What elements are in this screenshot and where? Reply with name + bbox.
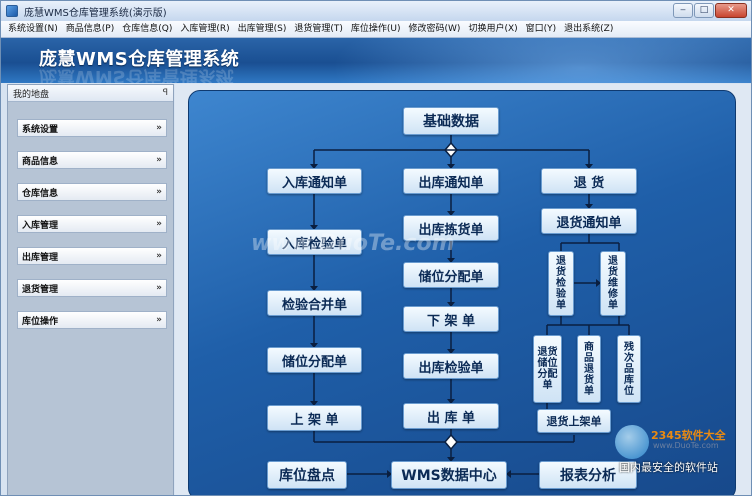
- flow-node-defect-location-label: 残次品库位: [624, 341, 634, 397]
- maximize-button[interactable]: □: [694, 3, 714, 18]
- brand-url: www.DuoTe.com: [653, 441, 719, 450]
- chevron-down-icon: »: [156, 283, 162, 293]
- pin-icon[interactable]: ꟼ: [163, 88, 168, 98]
- chevron-down-icon: »: [156, 155, 162, 165]
- brand-slogan: 国内最安全的软件站: [619, 461, 718, 474]
- sidebar-item-label: 商品信息: [22, 156, 59, 167]
- menu-item-returns[interactable]: 退货管理(T): [290, 21, 347, 38]
- flow-node-return-check[interactable]: 退货检验单: [548, 251, 574, 316]
- flow-node-return-check-label: 退货检验单: [556, 256, 566, 311]
- chevron-down-icon: »: [156, 219, 162, 229]
- close-button[interactable]: ✕: [715, 3, 747, 18]
- banner-title-reflection: 庞慧WMS仓库管理系统: [39, 66, 234, 83]
- flow-node-product-return[interactable]: 商品退货单: [577, 335, 601, 403]
- sidebar-item-label: 库位操作: [22, 316, 59, 327]
- sidebar-item-system-settings[interactable]: 系统设置 »: [17, 119, 167, 137]
- menu-item-switch-user[interactable]: 切换用户(X): [464, 21, 521, 38]
- window-title: 庞慧WMS仓库管理系统(演示版): [24, 7, 167, 19]
- sidebar-item-outbound[interactable]: 出库管理 »: [17, 247, 167, 265]
- flow-node-return-shelving[interactable]: 退货上架单: [537, 409, 611, 433]
- flow-node-base-data[interactable]: 基础数据: [403, 107, 499, 135]
- flow-node-return-repair[interactable]: 退货维修单: [600, 251, 626, 316]
- site-watermark: www.DuoTe.com: [251, 231, 455, 256]
- sidebar-header: 我的地盘 ꟼ: [8, 85, 173, 102]
- menu-item-outbound[interactable]: 出库管理(S): [234, 21, 291, 38]
- chevron-down-icon: »: [156, 251, 162, 261]
- chevron-down-icon: »: [156, 187, 162, 197]
- flow-node-inbound-allocation[interactable]: 储位分配单: [267, 347, 362, 373]
- sidebar-title: 我的地盘: [13, 89, 50, 100]
- sidebar-item-returns[interactable]: 退货管理 »: [17, 279, 167, 297]
- menu-item-warehouse-info[interactable]: 仓库信息(Q): [118, 21, 176, 38]
- flow-node-return-repair-label: 退货维修单: [608, 256, 618, 311]
- flow-node-outbound-inspection[interactable]: 出库检验单: [403, 353, 499, 379]
- flow-node-outbound-allocation[interactable]: 储位分配单: [403, 262, 499, 288]
- flow-node-defect-location[interactable]: 残次品库位: [617, 335, 641, 403]
- menu-bar: 系统设置(N) 商品信息(P) 仓库信息(Q) 入库管理(R) 出库管理(S) …: [1, 21, 751, 38]
- flow-node-outbound-order[interactable]: 出 库 单: [403, 403, 499, 429]
- app-window: 庞慧WMS仓库管理系统(演示版) ‒ □ ✕ 系统设置(N) 商品信息(P) 仓…: [0, 0, 752, 496]
- flow-node-returns[interactable]: 退 货: [541, 168, 637, 194]
- sidebar-item-product-info[interactable]: 商品信息 »: [17, 151, 167, 169]
- sidebar-item-inbound[interactable]: 入库管理 »: [17, 215, 167, 233]
- menu-item-window[interactable]: 窗口(Y): [522, 21, 561, 38]
- sidebar: 我的地盘 ꟼ 系统设置 » 商品信息 » 仓库信息 » 入库管理 » 出库管理 » 退货管…: [7, 84, 174, 495]
- menu-item-exit[interactable]: 退出系统(Z): [560, 21, 617, 38]
- sidebar-item-label: 仓库信息: [22, 188, 59, 199]
- flow-node-unshelving[interactable]: 下 架 单: [403, 306, 499, 332]
- app-icon: [6, 5, 18, 17]
- window-controls: ‒ □ ✕: [673, 3, 747, 18]
- banner-glow: [331, 38, 751, 83]
- flow-node-stocktake[interactable]: 库位盘点: [267, 461, 347, 489]
- flow-node-return-notice[interactable]: 退货通知单: [541, 208, 637, 234]
- flow-node-data-center[interactable]: WMS数据中心: [391, 461, 507, 489]
- brand-logo-icon: [615, 425, 649, 459]
- chevron-down-icon: »: [156, 123, 162, 133]
- bottom-junction: [444, 433, 458, 451]
- sidebar-item-label: 系统设置: [22, 124, 59, 135]
- sidebar-item-label: 出库管理: [22, 252, 59, 263]
- flow-node-return-allocation[interactable]: 退货储位分配单: [533, 335, 562, 403]
- flow-node-return-allocation-label: 退货储位分配单: [537, 347, 558, 391]
- sidebar-item-label: 退货管理: [22, 284, 59, 295]
- menu-item-product-info[interactable]: 商品信息(P): [62, 21, 118, 38]
- title-bar[interactable]: 庞慧WMS仓库管理系统(演示版) ‒ □ ✕: [1, 1, 751, 21]
- chevron-down-icon: »: [156, 315, 162, 325]
- flow-node-product-return-label: 商品退货单: [584, 341, 594, 397]
- flow-node-shelving[interactable]: 上 架 单: [267, 405, 362, 431]
- menu-item-inbound[interactable]: 入库管理(R): [176, 21, 233, 38]
- sidebar-item-label: 入库管理: [22, 220, 59, 231]
- flow-node-inspection-merge[interactable]: 检验合并单: [267, 290, 362, 316]
- brand-watermark: 2345软件大全 www.DuoTe.com 国内最安全的软件站: [615, 425, 747, 474]
- flow-node-inbound-notice[interactable]: 入库通知单: [267, 168, 362, 194]
- app-banner: 庞慧WMS仓库管理系统 庞慧WMS仓库管理系统: [1, 38, 751, 83]
- menu-item-system-settings[interactable]: 系统设置(N): [4, 21, 62, 38]
- menu-item-location-ops[interactable]: 库位操作(U): [347, 21, 405, 38]
- menu-item-change-password[interactable]: 修改密码(W): [405, 21, 465, 38]
- sidebar-item-warehouse-info[interactable]: 仓库信息 »: [17, 183, 167, 201]
- sidebar-item-location-ops[interactable]: 库位操作 »: [17, 311, 167, 329]
- flow-node-outbound-notice[interactable]: 出库通知单: [403, 168, 499, 194]
- minimize-button[interactable]: ‒: [673, 3, 693, 18]
